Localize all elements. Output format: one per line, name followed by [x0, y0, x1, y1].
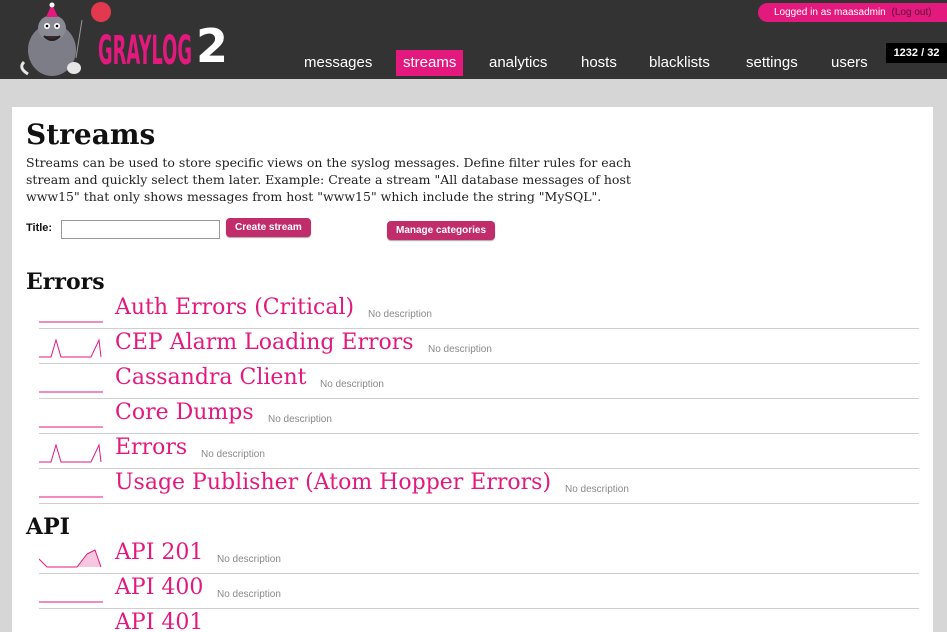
stream-sparkline: [39, 321, 103, 323]
stream-row: Core Dumps No description: [39, 399, 919, 434]
stream-description: No description: [268, 414, 332, 425]
nav-analytics[interactable]: analytics: [482, 50, 554, 76]
stream-row: API 401: [39, 609, 919, 632]
nav-hosts[interactable]: hosts: [574, 50, 624, 76]
manage-categories-button[interactable]: Manage categories: [387, 221, 496, 240]
stream-sparkline: [39, 616, 103, 632]
stream-row: API 400 No description: [39, 574, 919, 609]
top-header: GRAYLOG 2 Logged in as maasadmin (Log ou…: [0, 0, 947, 79]
stream-description: No description: [368, 309, 432, 320]
logout-link[interactable]: (Log out): [892, 7, 932, 18]
graylog-logo[interactable]: GRAYLOG 2: [14, 2, 264, 78]
nav-users[interactable]: users: [824, 50, 875, 76]
stream-description: No description: [201, 449, 265, 460]
stream-row: API 201 No description: [39, 539, 919, 574]
stream-sparkline: [39, 426, 103, 428]
stream-sparkline: [39, 496, 103, 498]
stream-description: No description: [217, 554, 281, 565]
stream-sparkline: [39, 338, 102, 358]
main-content: Streams Streams can be used to store spe…: [12, 107, 933, 632]
stream-link[interactable]: Auth Errors (Critical): [115, 295, 354, 320]
stream-sparkline: [39, 601, 103, 603]
nav-blacklists[interactable]: blacklists: [642, 50, 717, 76]
stream-link[interactable]: API 401: [115, 610, 203, 632]
create-stream-button[interactable]: Create stream: [226, 218, 311, 237]
logo-text: GRAYLOG: [98, 28, 192, 74]
stream-row: Errors No description: [39, 434, 919, 469]
user-status-badge: Logged in as maasadmin (Log out): [758, 3, 947, 22]
stream-link[interactable]: Cassandra Client: [115, 365, 306, 390]
stream-link[interactable]: CEP Alarm Loading Errors: [115, 330, 414, 355]
stream-row: Auth Errors (Critical) No description: [39, 294, 919, 329]
stream-description: No description: [565, 484, 629, 495]
page-description: Streams can be used to store specific vi…: [26, 155, 632, 204]
category-title: API: [26, 514, 70, 540]
category-title: Errors: [26, 269, 105, 295]
stream-link[interactable]: API 201: [115, 540, 203, 565]
stream-description: No description: [217, 589, 281, 600]
stream-sparkline: [39, 391, 103, 393]
nav-settings[interactable]: settings: [739, 50, 805, 76]
nav-messages[interactable]: messages: [297, 50, 379, 76]
stream-row: Usage Publisher (Atom Hopper Errors) No d…: [39, 469, 919, 504]
title-label: Title:: [26, 222, 53, 234]
stream-link[interactable]: Usage Publisher (Atom Hopper Errors): [115, 470, 551, 495]
message-counter: 1232 / 32: [886, 43, 947, 63]
stream-link[interactable]: Errors: [115, 435, 187, 460]
page-title: Streams: [26, 118, 156, 151]
stream-row: CEP Alarm Loading Errors No description: [39, 329, 919, 364]
svg-text:2: 2: [196, 19, 228, 73]
logged-in-text: Logged in as maasadmin: [774, 7, 886, 18]
stream-row: Cassandra Client No description: [39, 364, 919, 399]
stream-description: No description: [320, 379, 384, 390]
stream-link[interactable]: API 400: [115, 575, 203, 600]
stream-title-input[interactable]: [61, 220, 220, 239]
stream-description: No description: [428, 344, 492, 355]
nav-streams[interactable]: streams: [396, 50, 464, 76]
stream-link[interactable]: Core Dumps: [115, 400, 254, 425]
stream-sparkline: [39, 443, 102, 463]
stream-sparkline: [39, 549, 102, 568]
